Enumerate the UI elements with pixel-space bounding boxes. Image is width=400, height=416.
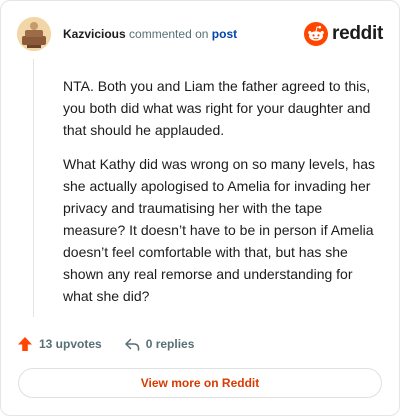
post-link[interactable]: post	[212, 27, 237, 41]
view-more-button[interactable]: View more on Reddit	[18, 368, 382, 398]
reply-arrow-icon	[124, 338, 139, 351]
comment-card: Kazvicious commented on post reddit NTA.…	[0, 0, 400, 416]
comment-body: NTA. Both you and Liam the father agreed…	[63, 75, 383, 319]
comment-actions: 13 upvotes 0 replies	[17, 333, 194, 355]
comment-byline: Kazvicious commented on post	[63, 26, 237, 42]
upvote-button[interactable]: 13 upvotes	[17, 336, 102, 352]
reply-count: 0 replies	[145, 337, 195, 351]
reddit-snoo-icon	[304, 22, 329, 46]
upvote-arrow-icon	[18, 337, 32, 351]
reddit-wordmark: reddit	[332, 23, 383, 44]
avatar-icon[interactable]	[17, 17, 51, 51]
reply-button[interactable]: 0 replies	[124, 336, 195, 352]
action-text: commented on	[129, 27, 209, 41]
comment-paragraph: What Kathy did was wrong on so many leve…	[63, 156, 376, 304]
reddit-logo[interactable]: reddit	[304, 21, 383, 47]
username[interactable]: Kazvicious	[63, 27, 126, 41]
comment-header: Kazvicious commented on post reddit	[17, 17, 383, 51]
upvote-count: 13 upvotes	[39, 337, 102, 351]
comment-paragraph: NTA. Both you and Liam the father agreed…	[63, 78, 371, 138]
thread-line	[33, 59, 34, 317]
